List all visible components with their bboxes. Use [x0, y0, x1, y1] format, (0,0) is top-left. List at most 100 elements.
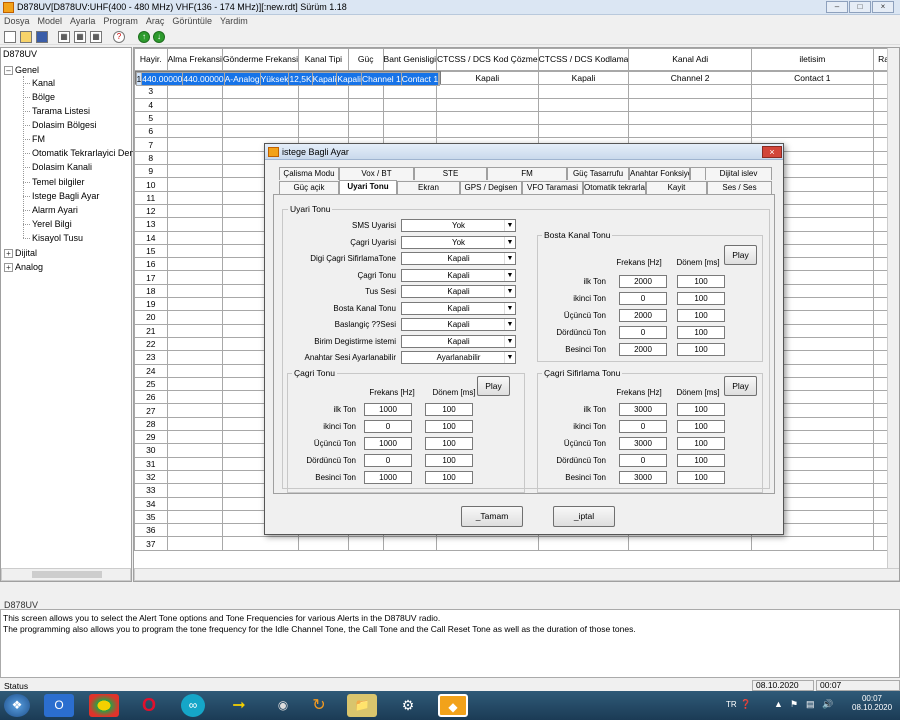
minimize-button[interactable]: –	[826, 1, 848, 13]
table-cell[interactable]	[166, 443, 223, 458]
grid-vertical-scrollbar[interactable]	[887, 48, 899, 568]
tree-item-kanal[interactable]: Kanal	[32, 78, 55, 88]
table-cell[interactable]	[537, 84, 630, 99]
row-number[interactable]: 3	[134, 84, 168, 99]
table-row[interactable]: 1 440.00000 440.00000 A-Analog Yüksek 12,5K Ka…	[134, 71, 442, 87]
table-cell[interactable]	[166, 323, 223, 338]
chevron-down-icon[interactable]: ▼	[504, 352, 515, 363]
dropdown-select[interactable]: Kapali ▼	[401, 334, 516, 348]
chevron-down-icon[interactable]: ▼	[504, 302, 515, 314]
row-number[interactable]: 25	[134, 376, 168, 392]
col-header[interactable]: Hayir.	[134, 48, 168, 71]
table-row[interactable]: 3	[134, 84, 899, 99]
table-cell[interactable]: 12,5K	[288, 71, 313, 87]
tray-volume-icon[interactable]: 🔊	[822, 699, 833, 710]
chevron-down-icon[interactable]: ▼	[504, 286, 515, 297]
tab-fm[interactable]: FM	[487, 167, 567, 180]
row-number[interactable]: 30	[134, 443, 168, 458]
col-header[interactable]: Güç	[347, 48, 384, 71]
frequency-input[interactable]: 0	[364, 420, 412, 433]
table-cell[interactable]	[436, 536, 539, 551]
period-input[interactable]: 100	[425, 403, 473, 416]
period-input[interactable]: 100	[677, 454, 725, 467]
menu-yardim[interactable]: Yardim	[216, 15, 252, 27]
row-number[interactable]: 8	[134, 150, 168, 166]
table-cell[interactable]	[436, 110, 539, 126]
expand-icon[interactable]: +	[4, 249, 13, 258]
tab-otomatik-tekrarlayici[interactable]: Otomatik tekrarlayic	[583, 181, 646, 194]
menu-goruntule[interactable]: Görüntüle	[168, 15, 216, 27]
row-number[interactable]: 35	[134, 509, 168, 525]
frequency-input[interactable]: 3000	[619, 403, 667, 416]
row-number[interactable]: 36	[134, 523, 168, 538]
arrow-down-icon[interactable]: ↓	[153, 31, 165, 43]
frequency-input[interactable]: 3000	[619, 471, 667, 484]
table-cell[interactable]	[628, 536, 752, 551]
period-input[interactable]: 100	[425, 454, 473, 467]
table-cell[interactable]	[221, 536, 300, 551]
dropdown-select[interactable]: Yok ▼	[401, 219, 516, 232]
table-cell[interactable]	[166, 230, 223, 245]
table-cell[interactable]	[298, 110, 349, 126]
frequency-input[interactable]: 0	[619, 292, 667, 305]
table-cell[interactable]	[166, 310, 223, 325]
chevron-down-icon[interactable]: ▼	[504, 319, 515, 330]
tab-gps-degisen[interactable]: GPS / Degisen	[460, 181, 522, 194]
table-cell[interactable]	[750, 97, 874, 112]
table-cell[interactable]: Kapali	[537, 70, 630, 86]
row-number[interactable]: 22	[134, 336, 168, 352]
table-cell[interactable]	[298, 84, 349, 99]
close-button[interactable]: ×	[872, 1, 894, 13]
table-cell[interactable]	[166, 456, 223, 471]
tray-network-icon[interactable]: ▤	[806, 699, 815, 710]
table-cell[interactable]: A-Analog	[223, 71, 261, 87]
dropdown-select[interactable]: Kapali ▼	[401, 301, 516, 315]
collapse-icon[interactable]: –	[4, 66, 13, 75]
dropdown-select[interactable]: Kapali ▼	[401, 268, 516, 282]
row-number[interactable]: 20	[134, 310, 168, 325]
radio-info-icon[interactable]: ▦	[90, 31, 102, 43]
table-cell[interactable]	[166, 243, 223, 259]
col-header[interactable]: Gönderme Frekansi	[221, 48, 300, 71]
row-number[interactable]: 16	[134, 257, 168, 272]
tree-horizontal-scrollbar[interactable]	[1, 568, 131, 581]
table-cell[interactable]	[166, 376, 223, 392]
dropdown-select[interactable]: Kapali ▼	[401, 252, 516, 265]
menu-ayarla[interactable]: Ayarla	[66, 15, 99, 27]
tree-analog[interactable]: Analog	[15, 262, 43, 272]
table-cell[interactable]	[382, 124, 438, 139]
play-button-bosta[interactable]: Play	[724, 245, 757, 265]
table-cell[interactable]	[166, 150, 223, 166]
table-cell[interactable]	[537, 110, 630, 126]
menu-dosya[interactable]: Dosya	[0, 15, 34, 27]
file-explorer-icon[interactable]: 📁	[347, 694, 377, 717]
row-number[interactable]: 12	[134, 203, 168, 219]
tab-ste[interactable]: STE	[414, 167, 487, 180]
opera-icon[interactable]: O	[134, 694, 164, 717]
table-row[interactable]: 37	[134, 536, 899, 551]
row-number[interactable]: 33	[134, 483, 168, 498]
frequency-input[interactable]: 3000	[619, 437, 667, 450]
table-cell[interactable]	[166, 177, 223, 192]
tree-item-dolasim-kanali[interactable]: Dolasim Kanali	[32, 162, 92, 172]
chevron-down-icon[interactable]: ▼	[504, 269, 515, 281]
frequency-input[interactable]: 0	[619, 420, 667, 433]
col-header[interactable]: iletisim	[750, 48, 874, 71]
table-row[interactable]: 5	[134, 110, 899, 126]
tab-ses[interactable]: Ses / Ses	[707, 181, 772, 194]
d878uv-app-icon[interactable]: ◆	[438, 694, 468, 717]
row-number[interactable]: 7	[134, 137, 168, 152]
maximize-button[interactable]: □	[849, 1, 871, 13]
table-cell[interactable]	[221, 97, 300, 112]
row-number[interactable]: 31	[134, 456, 168, 471]
tray-chevron-icon[interactable]: ▲	[774, 699, 783, 709]
table-cell[interactable]	[347, 110, 384, 126]
tab-ekran[interactable]: Ekran	[397, 181, 460, 194]
tray-language[interactable]: TR	[726, 700, 737, 709]
table-cell[interactable]: Yüksek	[259, 71, 290, 87]
open-folder-icon[interactable]	[20, 31, 32, 43]
table-cell[interactable]	[382, 97, 438, 112]
table-cell[interactable]	[166, 84, 223, 99]
row-number[interactable]: 32	[134, 469, 168, 485]
tab-guc-tasarrufu[interactable]: Güç Tasarrufu	[567, 167, 629, 180]
